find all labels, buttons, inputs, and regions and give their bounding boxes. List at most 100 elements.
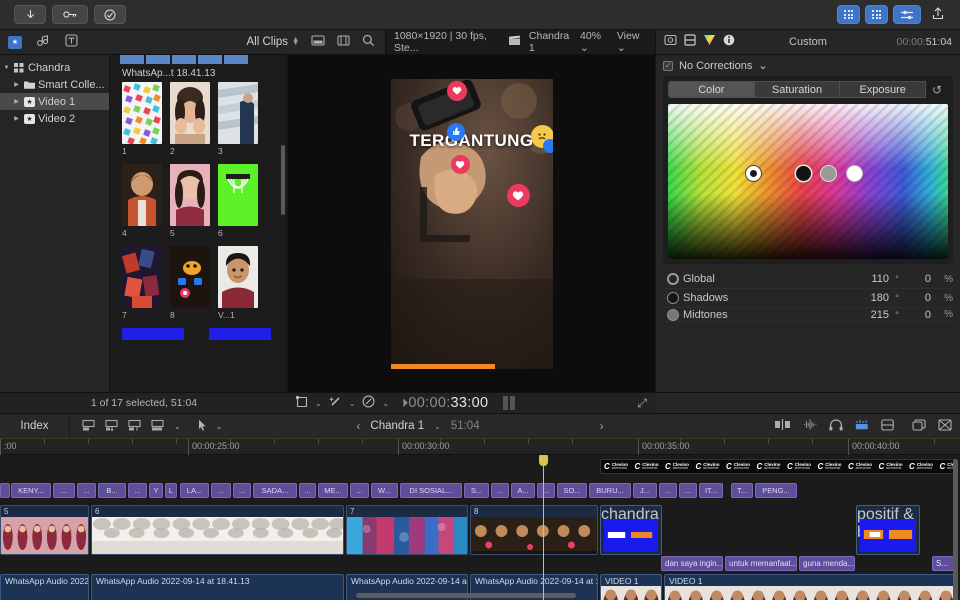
title-clip[interactable]: ... — [659, 483, 677, 498]
thumbnail-cell[interactable]: 1 — [122, 82, 162, 156]
chevron-left-icon[interactable]: ‹ — [356, 419, 360, 433]
title-clip[interactable]: ... — [233, 483, 251, 498]
audio-meter-icon[interactable] — [803, 419, 817, 433]
row-percent[interactable]: 0 — [905, 309, 931, 321]
trim-icon[interactable] — [775, 419, 791, 433]
analyze-button[interactable] — [94, 5, 126, 24]
timeline-video-clip[interactable]: 7 — [346, 505, 468, 555]
clip-index-icon[interactable] — [881, 418, 894, 434]
caption-clip[interactable]: dan saya ingin... — [661, 556, 723, 571]
chevron-down-icon[interactable]: ⌄ — [758, 59, 767, 72]
chevron-down-icon[interactable]: ⌄ — [174, 422, 181, 431]
title-clip[interactable]: LA... — [180, 483, 209, 498]
timeline-panel[interactable]: :00 00:00:25:00 00:00:30:00 00:00:35:00 … — [0, 439, 960, 600]
title-clip[interactable]: ... — [679, 483, 697, 498]
connected-clip[interactable]: chandra — [600, 505, 662, 555]
thumbnail-image[interactable] — [170, 82, 210, 144]
import-media-button[interactable] — [14, 5, 46, 24]
color-board-gradient[interactable] — [668, 104, 948, 259]
enhancements-wand-icon[interactable] — [328, 395, 342, 411]
title-clip[interactable]: DI SOSIAL... — [400, 483, 462, 498]
search-icon[interactable] — [362, 34, 375, 50]
thumbnail-cell[interactable]: 3 — [218, 82, 258, 156]
title-clip[interactable]: L — [165, 483, 177, 498]
music-effects-icon[interactable] — [36, 34, 51, 50]
list-view-icon[interactable] — [337, 35, 350, 49]
keyword-editor-button[interactable] — [52, 5, 88, 24]
title-clip[interactable]: IT... — [699, 483, 723, 498]
thumbnail-cell[interactable]: 6 — [218, 164, 258, 238]
corrections-dropdown[interactable]: ✓ No Corrections ⌄ — [663, 55, 953, 76]
timeline-toggle-button[interactable] — [865, 5, 888, 24]
title-clip[interactable]: ... — [537, 483, 555, 498]
row-angle[interactable]: 110 — [847, 273, 889, 285]
viewer-zoom-dropdown[interactable]: 40% ⌄ — [580, 30, 609, 54]
title-clip[interactable]: ... — [128, 483, 147, 498]
chevron-down-icon[interactable]: ⌄ — [315, 399, 322, 408]
shadows-row[interactable]: Shadows 180 ° 0 % — [663, 289, 953, 308]
browser-toggle-button[interactable] — [837, 5, 860, 24]
title-clip[interactable]: ... — [77, 483, 96, 498]
disclosure-triangle-icon[interactable]: ▼ — [2, 65, 11, 71]
global-row[interactable]: Global 110 ° 0 % — [663, 270, 953, 289]
thumbnail-image[interactable] — [170, 246, 210, 308]
timeline-project-name[interactable]: Chandra 1 — [370, 420, 424, 432]
chevron-down-icon[interactable]: ⌄ — [349, 399, 356, 408]
tab-saturation[interactable]: Saturation — [754, 81, 841, 98]
fullscreen-icon[interactable]: ⤢ — [637, 396, 655, 411]
title-clip[interactable]: ... — [299, 483, 316, 498]
title-clip[interactable]: W... — [371, 483, 398, 498]
viewer-frame[interactable]: TERGANTUNG — [390, 78, 553, 369]
title-clip[interactable]: ... — [211, 483, 231, 498]
timeline-video-clip[interactable]: 8 — [470, 505, 598, 555]
audio-enhance-icon[interactable] — [855, 419, 869, 433]
sidebar-item-smart-collections[interactable]: ▶ Smart Colle... — [0, 76, 109, 93]
title-clip[interactable]: ... — [53, 483, 75, 498]
overwrite-edit-icon[interactable] — [128, 419, 142, 434]
reset-arrow-icon[interactable]: ↺ — [926, 83, 948, 97]
thumbnail-cell[interactable]: 8 — [170, 246, 210, 320]
append-edit-icon[interactable] — [82, 419, 96, 434]
title-clip[interactable]: SADA... — [253, 483, 297, 498]
browser-scrollbar[interactable] — [281, 145, 285, 215]
thumbnail-cell[interactable]: 7 — [122, 246, 162, 320]
library-star-icon[interactable] — [8, 35, 22, 49]
row-percent[interactable]: 0 — [905, 273, 931, 285]
timeline-video1-clip[interactable]: VIDEO 1 — [664, 574, 956, 600]
chevron-right-icon[interactable]: › — [600, 419, 604, 433]
logo-title-clip[interactable]: C Clevino MOTIVATOR C Clevino MOTIVATOR C Cle… — [600, 459, 956, 474]
row-angle[interactable]: 180 — [847, 292, 889, 304]
title-clip[interactable]: A... — [511, 483, 535, 498]
midtones-row[interactable]: Midtones 215 ° 0 % — [663, 308, 953, 322]
sidebar-item-chandra[interactable]: ▼ Chandra — [0, 59, 109, 76]
row-angle[interactable]: 215 — [847, 309, 889, 321]
midtones-handle[interactable] — [821, 166, 836, 181]
headphones-icon[interactable] — [829, 418, 843, 434]
disclosure-triangle-icon[interactable]: ▶ — [12, 115, 21, 122]
thumbnail-cell[interactable]: V...1 — [218, 246, 258, 320]
row-percent[interactable]: 0 — [905, 292, 931, 304]
tab-color[interactable]: Color — [668, 81, 755, 98]
share-button[interactable] — [926, 6, 950, 23]
thumbnail-image[interactable] — [170, 164, 210, 226]
thumbnail-cell[interactable]: 5 — [170, 164, 210, 238]
zoom-fit-icon[interactable] — [912, 418, 926, 434]
corrections-checkbox[interactable]: ✓ — [663, 60, 673, 71]
audio-meter-icon[interactable] — [503, 396, 516, 410]
sidebar-item-video-2[interactable]: ▶ ★ Video 2 — [0, 110, 109, 127]
title-clip[interactable]: PENG... — [755, 483, 797, 498]
thumbnail-cell[interactable]: 2 — [170, 82, 210, 156]
timeline-video1-clip[interactable]: VIDEO 1 — [600, 574, 662, 600]
caption-clip[interactable]: untuk memanfaat... — [725, 556, 797, 571]
disclosure-triangle-icon[interactable]: ▶ — [12, 98, 21, 105]
titles-text-icon[interactable] — [65, 34, 78, 50]
title-clip[interactable] — [0, 483, 10, 498]
title-clip[interactable]: ... — [350, 483, 369, 498]
title-clip[interactable]: SO... — [557, 483, 587, 498]
viewer-view-dropdown[interactable]: View ⌄ — [617, 30, 647, 54]
thumbnail-cell[interactable]: 4 — [122, 164, 162, 238]
playhead[interactable] — [539, 455, 548, 600]
tab-exposure[interactable]: Exposure — [840, 81, 927, 98]
highlights-handle[interactable] — [847, 166, 862, 181]
global-handle[interactable] — [746, 166, 761, 181]
